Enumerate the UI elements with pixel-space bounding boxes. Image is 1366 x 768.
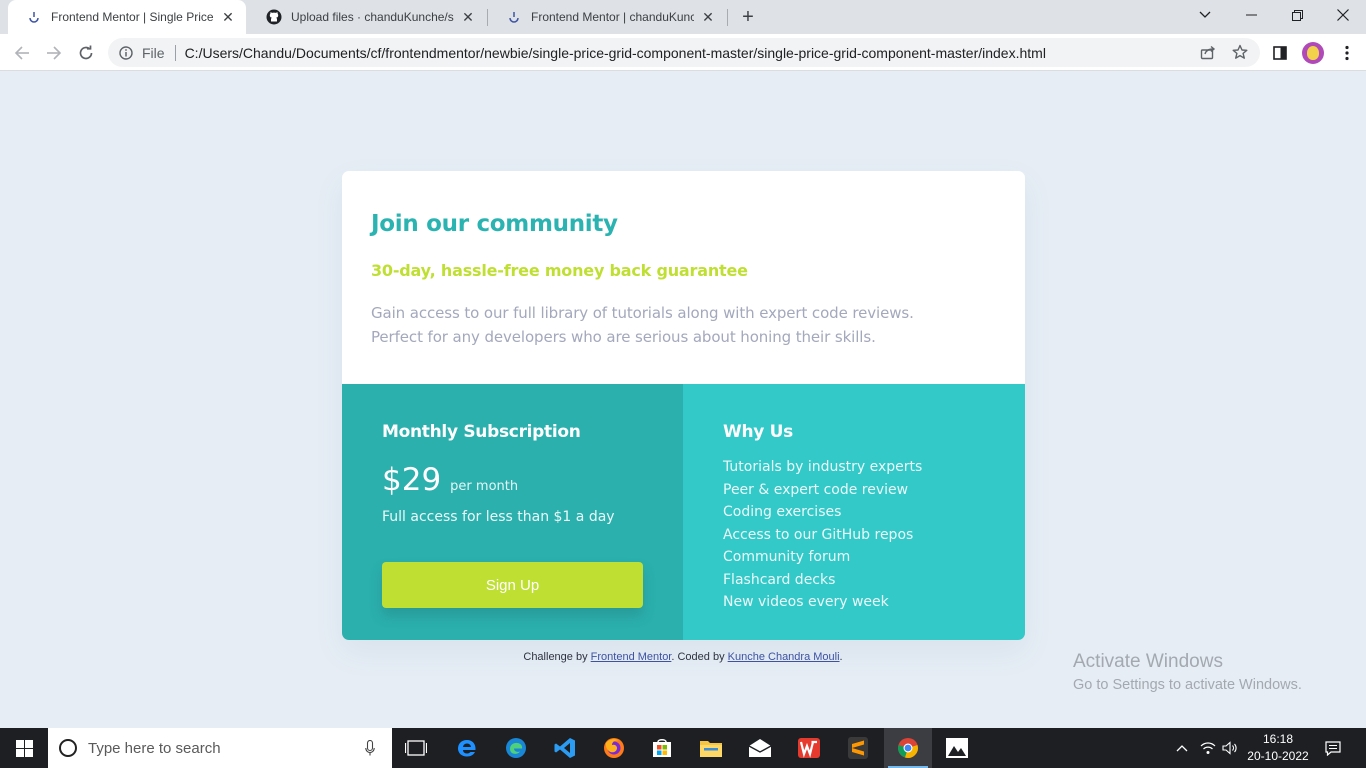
file-explorer-icon[interactable] — [687, 728, 735, 768]
show-hidden-icons[interactable] — [1172, 728, 1192, 768]
browser-tab-strip: Frontend Mentor | Single Price G ✕ Uploa… — [0, 0, 1366, 34]
close-tab-icon[interactable]: ✕ — [220, 9, 236, 25]
profile-avatar[interactable] — [1302, 42, 1324, 64]
community-heading: Join our community — [371, 211, 618, 237]
frontend-mentor-favicon-icon — [506, 9, 522, 25]
price-period: per month — [450, 479, 519, 494]
url-text[interactable]: C:/Users/Chandu/Documents/cf/frontendmen… — [185, 45, 1046, 61]
back-button[interactable] — [8, 39, 36, 67]
why-us-title: Why Us — [723, 422, 793, 442]
subscription-title: Monthly Subscription — [382, 422, 581, 442]
scheme-label: File — [142, 44, 165, 61]
browser-menu-icon[interactable] — [1337, 43, 1357, 63]
photos-icon[interactable] — [933, 728, 981, 768]
tab-title: Frontend Mentor | Single Price G — [51, 10, 214, 24]
address-divider — [174, 44, 176, 61]
activate-windows-watermark: Activate Windows Go to Settings to activ… — [1073, 651, 1302, 693]
edge-browser-icon[interactable] — [492, 728, 540, 768]
ie-browser-icon[interactable] — [443, 728, 491, 768]
feature-item: Flashcard decks — [723, 571, 836, 588]
tab-frontend-mentor-profile[interactable]: Frontend Mentor | chanduKunche ✕ — [488, 0, 726, 34]
feature-item: Community forum — [723, 549, 851, 565]
guarantee-subheading: 30-day, hassle-free money back guarantee — [371, 261, 748, 280]
clock-time: 16:18 — [1262, 732, 1294, 746]
sign-up-button[interactable]: Sign Up — [382, 562, 643, 608]
author-link[interactable]: Kunche Chandra Mouli — [728, 651, 840, 663]
close-window-button[interactable] — [1320, 0, 1366, 30]
new-tab-button[interactable]: + — [737, 6, 759, 28]
chrome-icon[interactable] — [884, 728, 932, 768]
feature-item: Access to our GitHub repos — [723, 526, 914, 543]
microsoft-store-icon[interactable] — [638, 728, 686, 768]
start-button[interactable] — [0, 728, 48, 768]
feature-list: Tutorials by industry experts Peer & exp… — [723, 456, 922, 614]
tab-title: Upload files · chanduKunche/sing — [291, 10, 454, 24]
pricing-card: Join our community 30-day, hassle-free m… — [342, 171, 1025, 640]
mail-icon[interactable] — [736, 728, 784, 768]
vscode-icon[interactable] — [541, 728, 589, 768]
tab-divider — [727, 9, 728, 26]
forward-button[interactable] — [40, 39, 68, 67]
site-info-icon[interactable] — [118, 45, 134, 61]
address-bar[interactable]: File C:/Users/Chandu/Documents/cf/fronte… — [108, 38, 1260, 67]
attribution-prefix: Challenge by — [523, 651, 591, 663]
subscription-section: Monthly Subscription $29 per month Full … — [342, 384, 683, 640]
task-view-icon[interactable] — [392, 728, 440, 768]
reload-button[interactable] — [72, 39, 100, 67]
notifications-icon[interactable] — [1320, 728, 1346, 768]
frontend-mentor-favicon-icon — [26, 9, 42, 25]
tab-upload-files[interactable]: Upload files · chanduKunche/sing ✕ — [248, 0, 486, 34]
system-clock[interactable]: 16:18 20-10-2022 — [1242, 731, 1314, 765]
tab-title: Frontend Mentor | chanduKunche — [531, 10, 694, 24]
feature-item: Tutorials by industry experts — [723, 459, 923, 475]
search-icon — [58, 738, 78, 758]
github-icon — [266, 9, 282, 25]
price-row: $29 per month — [382, 462, 518, 498]
minimize-button[interactable] — [1228, 0, 1274, 30]
side-panel-icon[interactable] — [1270, 43, 1290, 63]
taskbar-search-box[interactable]: Type here to search — [48, 728, 392, 768]
frontend-mentor-link[interactable]: Frontend Mentor — [591, 651, 672, 663]
wifi-icon[interactable] — [1198, 728, 1218, 768]
tab-search-button[interactable] — [1182, 0, 1228, 30]
browser-toolbar: File C:/Users/Chandu/Documents/cf/fronte… — [0, 34, 1366, 71]
why-us-section: Why Us Tutorials by industry experts Pee… — [683, 384, 1025, 640]
community-section: Join our community 30-day, hassle-free m… — [342, 171, 1025, 384]
volume-icon[interactable] — [1220, 728, 1240, 768]
feature-item: Peer & expert code review — [723, 481, 909, 498]
price-amount: $29 — [382, 462, 442, 498]
tab-single-price-grid[interactable]: Frontend Mentor | Single Price G ✕ — [8, 0, 246, 34]
clock-date: 20-10-2022 — [1247, 749, 1309, 763]
close-tab-icon[interactable]: ✕ — [460, 9, 476, 25]
watermark-title: Activate Windows — [1073, 651, 1223, 672]
attribution-suffix: . — [839, 651, 843, 663]
bookmark-star-icon[interactable] — [1231, 43, 1249, 61]
close-tab-icon[interactable]: ✕ — [700, 9, 716, 25]
search-placeholder: Type here to search — [88, 739, 221, 757]
feature-item: Coding exercises — [723, 504, 842, 520]
wps-office-icon[interactable] — [785, 728, 833, 768]
attribution-middle: . Coded by — [671, 651, 728, 663]
sublime-text-icon[interactable] — [834, 728, 882, 768]
windows-taskbar: Type here to search 16:18 20-10-2022 — [0, 728, 1366, 768]
restore-button[interactable] — [1274, 0, 1320, 30]
firefox-icon[interactable] — [590, 728, 638, 768]
community-description: Gain access to our full library of tutor… — [371, 304, 914, 346]
page-viewport: Join our community 30-day, hassle-free m… — [0, 71, 1366, 728]
watermark-subtitle: Go to Settings to activate Windows. — [1073, 677, 1302, 693]
feature-item: New videos every week — [723, 594, 889, 610]
access-note: Full access for less than $1 a day — [382, 509, 615, 525]
share-icon[interactable] — [1199, 43, 1217, 61]
microphone-icon[interactable] — [360, 738, 380, 758]
